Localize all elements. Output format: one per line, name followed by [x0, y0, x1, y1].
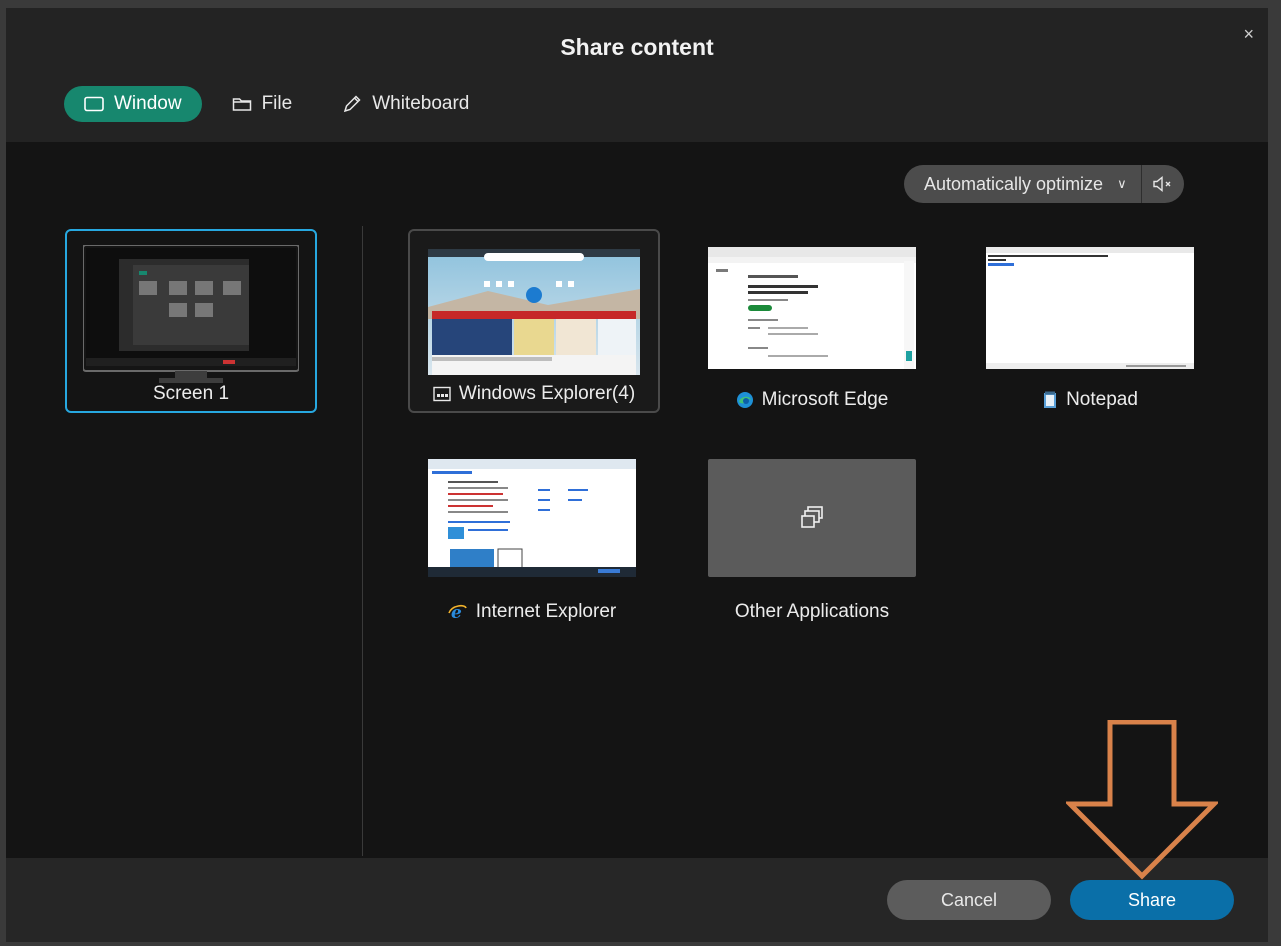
window-notepad-card[interactable]: Notepad: [984, 247, 1196, 413]
share-type-tabs: Window File Whiteboard: [64, 86, 499, 122]
tab-whiteboard-label: Whiteboard: [372, 93, 470, 114]
cancel-button[interactable]: Cancel: [887, 880, 1051, 920]
window-edge-card[interactable]: Microsoft Edge: [706, 247, 918, 413]
window-other-apps-label: Other Applications: [734, 601, 890, 622]
multi-window-icon: [801, 506, 823, 528]
screen-thumbnail: [83, 245, 299, 383]
window-ie-card[interactable]: e Internet Explorer: [426, 459, 638, 625]
explorer-thumbnail: [428, 249, 640, 375]
edge-icon: [736, 392, 753, 408]
folder-icon: [232, 98, 251, 111]
edge-thumbnail: [708, 247, 916, 369]
pen-icon: [344, 95, 361, 113]
tab-file[interactable]: File: [212, 86, 313, 122]
ie-thumbnail: [428, 459, 636, 577]
window-explorer-label: Windows Explorer(4): [410, 383, 658, 405]
tab-window[interactable]: Window: [64, 86, 202, 122]
window-edge-label: Microsoft Edge: [706, 389, 918, 411]
notepad-thumbnail: [986, 247, 1194, 369]
share-button[interactable]: Share: [1070, 880, 1234, 920]
explorer-icon: [433, 386, 451, 402]
column-divider: [362, 226, 363, 856]
speaker-muted-icon: [1152, 176, 1171, 192]
window-notepad-label: Notepad: [984, 389, 1196, 411]
tab-window-label: Window: [114, 93, 182, 114]
annotation-arrow-icon: [1066, 720, 1218, 880]
window-ie-label: e Internet Explorer: [426, 601, 638, 623]
optimize-label: Automatically optimize: [924, 173, 1104, 194]
share-content-dialog: Share content × Window File Whiteboard A…: [6, 8, 1268, 942]
optimize-dropdown[interactable]: Automatically optimize ∨: [904, 165, 1141, 203]
window-other-apps-card[interactable]: Other Applications: [706, 459, 918, 625]
other-apps-thumbnail: [708, 459, 916, 577]
tab-file-label: File: [261, 93, 293, 114]
window-icon: [84, 96, 104, 112]
window-explorer-card[interactable]: Windows Explorer(4): [408, 229, 660, 413]
audio-toggle-button[interactable]: [1140, 165, 1184, 203]
close-button[interactable]: ×: [1243, 24, 1254, 45]
notepad-icon: [1044, 391, 1057, 408]
optimize-controls: Automatically optimize ∨: [904, 165, 1184, 203]
tab-whiteboard[interactable]: Whiteboard: [322, 86, 489, 122]
ie-icon: e: [448, 603, 467, 621]
screen-1-card[interactable]: Screen 1: [65, 229, 317, 413]
dialog-header: Share content × Window File Whiteboard: [6, 8, 1268, 142]
dialog-title: Share content: [560, 34, 714, 60]
screen-1-label: Screen 1: [152, 383, 230, 404]
chevron-down-icon: ∨: [1117, 176, 1127, 191]
